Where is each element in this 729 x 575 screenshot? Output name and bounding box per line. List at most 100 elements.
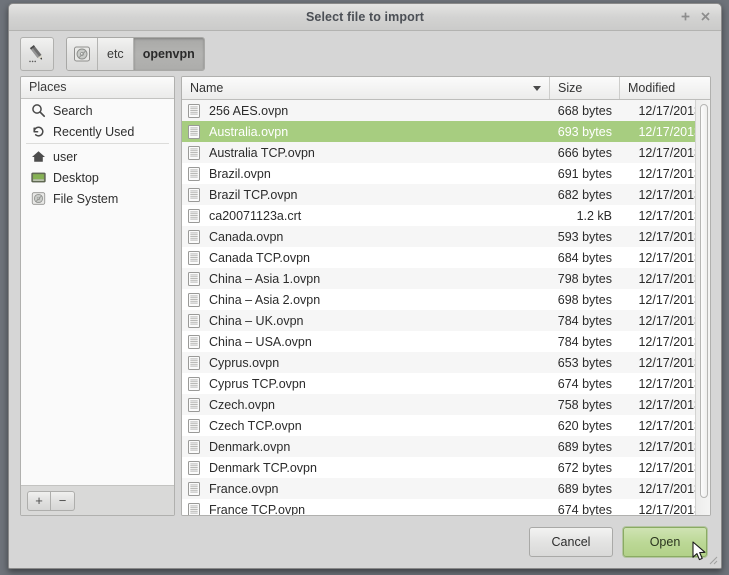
close-icon[interactable] xyxy=(697,9,714,26)
file-size-cell: 668 bytes xyxy=(557,103,612,118)
table-row[interactable]: China – UK.ovpn 784 bytes 12/17/2013 xyxy=(182,310,710,331)
file-name-cell: Cyprus TCP.ovpn xyxy=(182,376,550,392)
file-name-label: Australia.ovpn xyxy=(209,124,289,139)
table-row[interactable]: ca20071123a.crt 1.2 kB 12/17/2013 xyxy=(182,205,710,226)
open-button[interactable]: Open xyxy=(623,527,707,557)
column-header-size[interactable]: Size xyxy=(550,77,620,99)
table-row[interactable]: Denmark TCP.ovpn 672 bytes 12/17/2013 xyxy=(182,457,710,478)
table-row[interactable]: China – USA.ovpn 784 bytes 12/17/2013 xyxy=(182,331,710,352)
scrollbar-thumb[interactable] xyxy=(700,104,708,498)
document-icon xyxy=(188,124,200,139)
type-filename-pencil-icon[interactable] xyxy=(20,36,54,71)
path-toolbar: etc openvpn xyxy=(9,31,721,76)
table-row[interactable]: China – Asia 1.ovpn 798 bytes 12/17/2013 xyxy=(182,268,710,289)
table-row[interactable]: Canada TCP.ovpn 684 bytes 12/17/2013 xyxy=(182,247,710,268)
document-icon xyxy=(188,481,200,496)
document-icon xyxy=(188,439,200,454)
add-bookmark-button[interactable]: + xyxy=(27,490,51,511)
file-name-cell: Denmark TCP.ovpn xyxy=(182,460,550,476)
remove-bookmark-button[interactable]: − xyxy=(51,490,75,511)
table-row[interactable]: France TCP.ovpn 674 bytes 12/17/2013 xyxy=(182,499,710,515)
places-sidebar: Places Search Recently Used user Desktop… xyxy=(20,76,175,516)
sidebar-item-label: Search xyxy=(53,103,93,118)
places-footer: + − xyxy=(21,485,174,515)
column-header-name[interactable]: Name xyxy=(182,77,550,99)
breadcrumb-item-openvpn[interactable]: openvpn xyxy=(133,37,204,70)
sidebar-item-search[interactable]: Search xyxy=(21,100,174,121)
vertical-scrollbar[interactable] xyxy=(695,100,710,515)
document-icon xyxy=(188,103,200,118)
breadcrumb-item-etc[interactable]: etc xyxy=(98,37,134,70)
file-name-label: France.ovpn xyxy=(209,481,279,496)
file-list-scroll-area: 256 AES.ovpn 668 bytes 12/17/2013 Australi… xyxy=(182,100,710,515)
breadcrumb: etc openvpn xyxy=(66,36,205,71)
document-icon xyxy=(188,355,200,370)
file-name-label: Czech.ovpn xyxy=(209,397,276,412)
sidebar-item-label: Recently Used xyxy=(53,124,135,139)
table-row[interactable]: China – Asia 2.ovpn 698 bytes 12/17/2013 xyxy=(182,289,710,310)
column-header-modified[interactable]: Modified xyxy=(620,77,710,99)
table-row[interactable]: Australia.ovpn 693 bytes 12/17/2013 xyxy=(182,121,710,142)
file-list-pane: Name Size Modified 256 AES.ovpn 668 bytes… xyxy=(181,76,711,516)
desktop-icon xyxy=(30,170,46,186)
file-size-cell: 691 bytes xyxy=(557,166,612,181)
sidebar-item-label: user xyxy=(53,149,78,164)
file-size-cell: 784 bytes xyxy=(557,313,612,328)
sidebar-item-user[interactable]: user xyxy=(21,146,174,167)
sidebar-item-recently-used[interactable]: Recently Used xyxy=(21,121,174,144)
file-size-cell: 674 bytes xyxy=(557,376,612,391)
file-name-label: Denmark TCP.ovpn xyxy=(209,460,317,475)
plus-icon xyxy=(681,12,690,21)
file-list-header: Name Size Modified xyxy=(182,77,710,100)
file-size-cell: 689 bytes xyxy=(557,481,612,496)
document-icon xyxy=(188,313,200,328)
resize-grip-icon[interactable] xyxy=(706,553,718,565)
table-row[interactable]: Brazil TCP.ovpn 682 bytes 12/17/2013 xyxy=(182,184,710,205)
table-row[interactable]: Denmark.ovpn 689 bytes 12/17/2013 xyxy=(182,436,710,457)
file-name-cell: France.ovpn xyxy=(182,481,550,497)
sidebar-item-file-system[interactable]: File System xyxy=(21,188,174,209)
file-size-cell: 1.2 kB xyxy=(576,208,612,223)
table-row[interactable]: Cyprus TCP.ovpn 674 bytes 12/17/2013 xyxy=(182,373,710,394)
window-title: Select file to import xyxy=(305,10,425,24)
history-icon xyxy=(30,124,46,140)
close-x-icon xyxy=(701,12,710,21)
table-row[interactable]: Cyprus.ovpn 653 bytes 12/17/2013 xyxy=(182,352,710,373)
file-name-label: Cyprus TCP.ovpn xyxy=(209,376,306,391)
breadcrumb-item-filesystem[interactable] xyxy=(67,37,98,70)
sort-descending-icon xyxy=(533,85,541,91)
maximize-icon[interactable] xyxy=(677,9,694,26)
table-row[interactable]: France.ovpn 689 bytes 12/17/2013 xyxy=(182,478,710,499)
table-row[interactable]: Canada.ovpn 593 bytes 12/17/2013 xyxy=(182,226,710,247)
file-name-label: Brazil TCP.ovpn xyxy=(209,187,298,202)
file-size-cell: 698 bytes xyxy=(557,292,612,307)
pencil-icon xyxy=(29,44,43,62)
file-name-cell: 256 AES.ovpn xyxy=(182,103,550,119)
file-name-cell: France TCP.ovpn xyxy=(182,502,550,516)
file-size-cell: 684 bytes xyxy=(557,250,612,265)
file-name-label: Canada TCP.ovpn xyxy=(209,250,311,265)
document-icon xyxy=(188,271,200,286)
sidebar-item-label: Desktop xyxy=(53,170,99,185)
file-name-label: France TCP.ovpn xyxy=(209,502,306,516)
title-bar[interactable]: Select file to import xyxy=(9,4,721,31)
table-row[interactable]: 256 AES.ovpn 668 bytes 12/17/2013 xyxy=(182,100,710,121)
document-icon xyxy=(188,502,200,515)
cancel-button[interactable]: Cancel xyxy=(529,527,613,557)
table-row[interactable]: Australia TCP.ovpn 666 bytes 12/17/2013 xyxy=(182,142,710,163)
file-size-cell: 620 bytes xyxy=(557,418,612,433)
file-size-cell: 689 bytes xyxy=(557,439,612,454)
sidebar-item-label: File System xyxy=(53,191,119,206)
file-size-cell: 682 bytes xyxy=(557,187,612,202)
search-icon xyxy=(30,103,46,119)
home-icon xyxy=(30,149,46,165)
table-row[interactable]: Czech.ovpn 758 bytes 12/17/2013 xyxy=(182,394,710,415)
sidebar-item-desktop[interactable]: Desktop xyxy=(21,167,174,188)
file-size-cell: 798 bytes xyxy=(557,271,612,286)
document-icon xyxy=(188,145,200,160)
file-name-label: China – USA.ovpn xyxy=(209,334,312,349)
file-name-cell: China – USA.ovpn xyxy=(182,334,550,350)
table-row[interactable]: Brazil.ovpn 691 bytes 12/17/2013 xyxy=(182,163,710,184)
file-name-cell: China – Asia 1.ovpn xyxy=(182,271,550,287)
table-row[interactable]: Czech TCP.ovpn 620 bytes 12/17/2013 xyxy=(182,415,710,436)
